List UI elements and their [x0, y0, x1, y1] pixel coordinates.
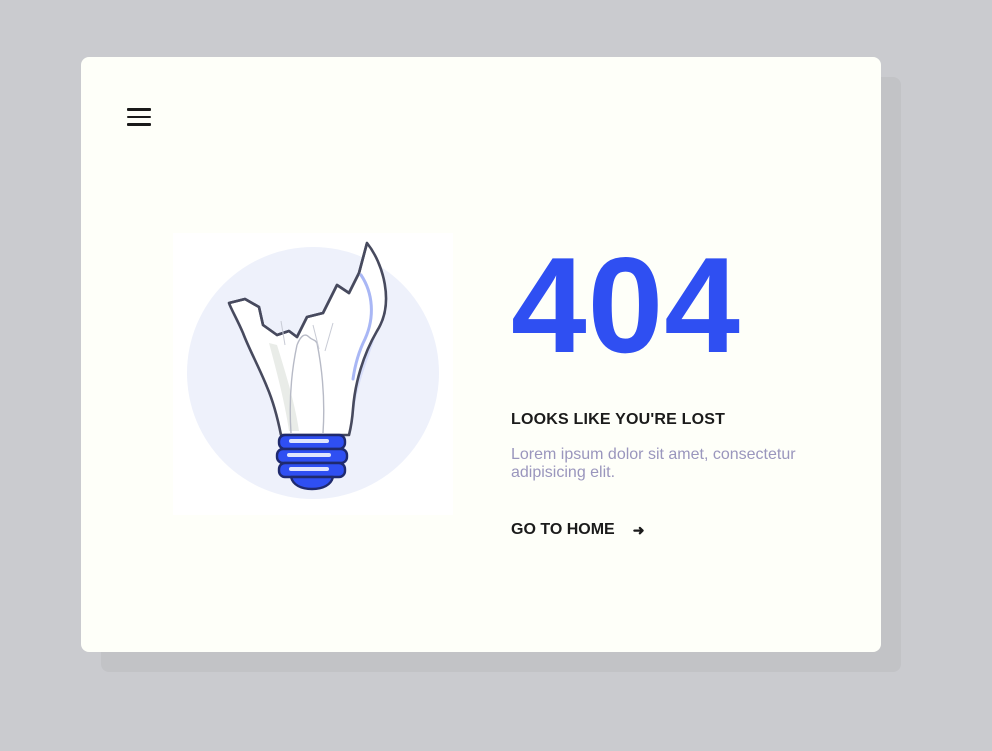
- menu-bar-top: [127, 108, 151, 111]
- arrow-right-icon: ➜: [632, 521, 645, 538]
- menu-bar-bottom: [127, 123, 151, 126]
- broken-lightbulb-illustration: [173, 233, 453, 515]
- lost-headline: LOOKS LIKE YOU'RE LOST: [511, 411, 726, 428]
- hamburger-menu-icon[interactable]: [121, 101, 157, 133]
- error-card: 404 LOOKS LIKE YOU'RE LOST Lorem ipsum d…: [81, 57, 881, 652]
- go-to-home-label: GO TO HOME: [511, 521, 615, 538]
- error-content: 404 LOOKS LIKE YOU'RE LOST Lorem ipsum d…: [511, 237, 841, 539]
- broken-lightbulb-icon: [187, 241, 439, 499]
- error-description: Lorem ipsum dolor sit amet, consectetur …: [511, 446, 796, 481]
- go-to-home-link[interactable]: GO TO HOME ➜: [511, 521, 644, 539]
- error-code: 404: [511, 229, 741, 381]
- menu-bar-middle: [127, 115, 151, 119]
